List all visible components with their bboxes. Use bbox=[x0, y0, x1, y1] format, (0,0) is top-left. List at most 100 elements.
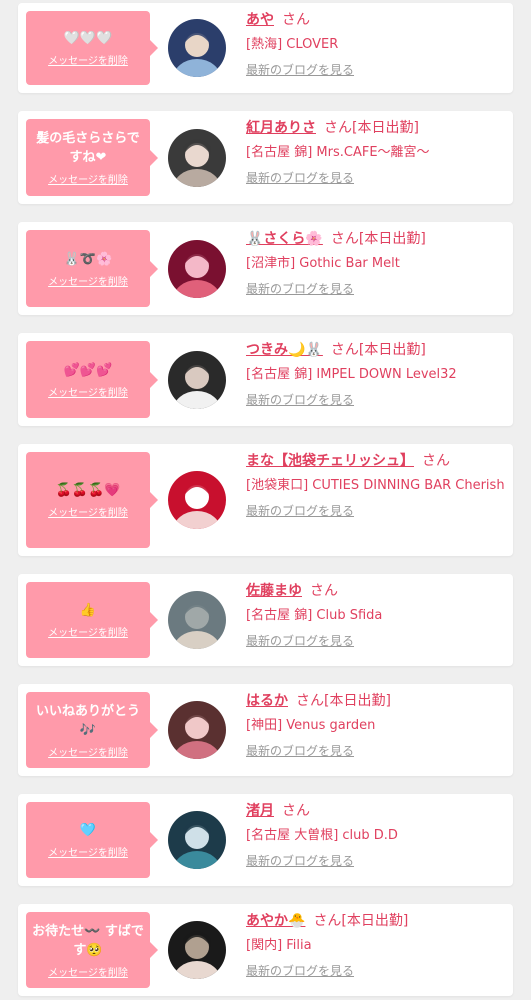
profile-info: はるか さん[本日出勤] [神田] Venus garden 最新のブログを見る bbox=[246, 690, 505, 760]
message-bubble: お待たせ〰️ すばです🥺 メッセージを削除 bbox=[26, 912, 158, 988]
latest-blog-link[interactable]: 最新のブログを見る bbox=[246, 502, 354, 520]
latest-blog-link[interactable]: 最新のブログを見る bbox=[246, 280, 354, 298]
avatar[interactable] bbox=[168, 471, 226, 529]
avatar[interactable] bbox=[168, 129, 226, 187]
avatar-photo-icon bbox=[168, 701, 226, 759]
message-bubble: 🤍🤍🤍 メッセージを削除 bbox=[26, 11, 158, 85]
honorific-status: さん[本日出勤] bbox=[296, 693, 391, 709]
avatar-photo-icon bbox=[168, 811, 226, 869]
honorific-status: さん[本日出勤] bbox=[324, 120, 419, 136]
message-bubble: 👍 メッセージを削除 bbox=[26, 582, 158, 658]
message-bubble: 🐰➰🌸 メッセージを削除 bbox=[26, 230, 158, 307]
honorific-status: さん[本日出勤] bbox=[313, 913, 409, 929]
avatar[interactable] bbox=[168, 19, 226, 77]
delete-message-link[interactable]: メッセージを削除 bbox=[48, 504, 128, 519]
delete-message-link[interactable]: メッセージを削除 bbox=[48, 52, 128, 67]
delete-message-link[interactable]: メッセージを削除 bbox=[48, 384, 128, 399]
name-line: あやか🐣 さん[本日出勤] bbox=[246, 910, 505, 932]
profile-name-link[interactable]: はるか bbox=[246, 693, 288, 709]
profile-info: あや さん [熱海] CLOVER 最新のブログを見る bbox=[246, 9, 505, 79]
message-card: 🐰➰🌸 メッセージを削除 🐰さくら🌸 さん[本日出勤] [沼津市] Gothic Bar… bbox=[18, 222, 513, 315]
shop-name: [沼津市] Gothic Bar Melt bbox=[246, 256, 400, 271]
avatar[interactable] bbox=[168, 351, 226, 409]
profile-name-link[interactable]: 佐藤まゆ bbox=[246, 583, 302, 599]
message-text: 💕💕💕 bbox=[63, 362, 113, 378]
honorific-status: さん[本日出勤] bbox=[330, 342, 426, 358]
profile-name-link[interactable]: つきみ🌙🐰 bbox=[246, 342, 323, 358]
name-line: 佐藤まゆ さん bbox=[246, 580, 505, 602]
honorific-status: さん bbox=[282, 803, 310, 819]
shop-name: [名古屋 大曽根] club D.D bbox=[246, 828, 398, 843]
avatar-photo-icon bbox=[168, 921, 226, 979]
latest-blog-link[interactable]: 最新のブログを見る bbox=[246, 391, 354, 409]
avatar-photo-icon bbox=[168, 471, 226, 529]
name-line: はるか さん[本日出勤] bbox=[246, 690, 505, 712]
name-line: まな【池袋チェリッシュ】 さん bbox=[246, 450, 505, 472]
delete-message-link[interactable]: メッセージを削除 bbox=[48, 273, 128, 288]
delete-message-link[interactable]: メッセージを削除 bbox=[48, 171, 128, 186]
message-bubble: 💕💕💕 メッセージを削除 bbox=[26, 341, 158, 418]
profile-name-link[interactable]: 紅月ありさ bbox=[246, 120, 316, 136]
profile-info: 🐰さくら🌸 さん[本日出勤] [沼津市] Gothic Bar Melt 最新のブログ… bbox=[246, 228, 505, 298]
latest-blog-link[interactable]: 最新のブログを見る bbox=[246, 742, 354, 760]
name-line: 紅月ありさ さん[本日出勤] bbox=[246, 117, 505, 139]
delete-message-link[interactable]: メッセージを削除 bbox=[48, 964, 128, 979]
profile-name-link[interactable]: あやか🐣 bbox=[246, 913, 305, 929]
message-text: お待たせ〰️ すばです🥺 bbox=[32, 923, 144, 958]
profile-name-link[interactable]: まな【池袋チェリッシュ】 bbox=[246, 453, 414, 469]
message-bubble: いいねありがとう🎶 メッセージを削除 bbox=[26, 692, 158, 768]
avatar[interactable] bbox=[168, 811, 226, 869]
message-card: 髪の毛さらさらですね❤ メッセージを削除 紅月ありさ さん[本日出勤] [名古屋 錦] … bbox=[18, 111, 513, 204]
latest-blog-link[interactable]: 最新のブログを見る bbox=[246, 169, 354, 187]
name-line: 🐰さくら🌸 さん[本日出勤] bbox=[246, 228, 505, 250]
profile-name-link[interactable]: あや bbox=[246, 12, 274, 28]
avatar[interactable] bbox=[168, 701, 226, 759]
profile-info: あやか🐣 さん[本日出勤] [関内] Filia 最新のブログを見る bbox=[246, 910, 505, 980]
avatar-photo-icon bbox=[168, 591, 226, 649]
shop-name: [池袋東口] CUTIES DINNING BAR Cherish bbox=[246, 478, 505, 493]
honorific-status: さん bbox=[282, 12, 310, 28]
profile-info: まな【池袋チェリッシュ】 さん [池袋東口] CUTIES DINNING BAR … bbox=[246, 450, 505, 520]
delete-message-link[interactable]: メッセージを削除 bbox=[48, 624, 128, 639]
profile-name-link[interactable]: 🐰さくら🌸 bbox=[246, 231, 323, 247]
profile-info: 紅月ありさ さん[本日出勤] [名古屋 錦] Mrs.CAFE～離宮～ 最新のブログを… bbox=[246, 117, 505, 187]
avatar-photo-icon bbox=[168, 19, 226, 77]
latest-blog-link[interactable]: 最新のブログを見る bbox=[246, 962, 354, 980]
name-line: つきみ🌙🐰 さん[本日出勤] bbox=[246, 339, 505, 361]
avatar-photo-icon bbox=[168, 351, 226, 409]
message-text: 👍 bbox=[79, 603, 97, 618]
message-bubble: 🩵 メッセージを削除 bbox=[26, 802, 158, 878]
latest-blog-link[interactable]: 最新のブログを見る bbox=[246, 61, 354, 79]
message-card: 🩵 メッセージを削除 渚月 さん [名古屋 大曽根] club D.D 最新のブログを見る bbox=[18, 794, 513, 886]
honorific-status: さん[本日出勤] bbox=[330, 231, 426, 247]
delete-message-link[interactable]: メッセージを削除 bbox=[48, 844, 128, 859]
avatar-photo-icon bbox=[168, 129, 226, 187]
name-line: あや さん bbox=[246, 9, 505, 31]
message-text: 🐰➰🌸 bbox=[63, 251, 113, 267]
honorific-status: さん bbox=[422, 453, 450, 469]
avatar-photo-icon bbox=[168, 240, 226, 298]
honorific-status: さん bbox=[310, 583, 338, 599]
message-text: 🩵 bbox=[79, 823, 97, 838]
message-card: 🍒🍒🍒💗 メッセージを削除 まな【池袋チェリッシュ】 さん [池袋東口] CUTIES … bbox=[18, 444, 513, 556]
message-card: いいねありがとう🎶 メッセージを削除 はるか さん[本日出勤] [神田] Venus g… bbox=[18, 684, 513, 776]
message-text: いいねありがとう🎶 bbox=[35, 703, 140, 738]
avatar[interactable] bbox=[168, 240, 226, 298]
delete-message-link[interactable]: メッセージを削除 bbox=[48, 744, 128, 759]
name-line: 渚月 さん bbox=[246, 800, 505, 822]
profile-name-link[interactable]: 渚月 bbox=[246, 803, 274, 819]
shop-name: [名古屋 錦] Club Sfida bbox=[246, 608, 383, 623]
shop-name: [名古屋 錦] IMPEL DOWN Level32 bbox=[246, 367, 457, 382]
latest-blog-link[interactable]: 最新のブログを見る bbox=[246, 632, 354, 650]
message-text: 🤍🤍🤍 bbox=[63, 31, 113, 46]
message-card: 👍 メッセージを削除 佐藤まゆ さん [名古屋 錦] Club Sfida 最新のブログを… bbox=[18, 574, 513, 666]
latest-blog-link[interactable]: 最新のブログを見る bbox=[246, 852, 354, 870]
profile-info: 佐藤まゆ さん [名古屋 錦] Club Sfida 最新のブログを見る bbox=[246, 580, 505, 650]
message-card: 🤍🤍🤍 メッセージを削除 あや さん [熱海] CLOVER 最新のブログを見る bbox=[18, 3, 513, 93]
profile-info: 渚月 さん [名古屋 大曽根] club D.D 最新のブログを見る bbox=[246, 800, 505, 870]
shop-name: [関内] Filia bbox=[246, 938, 312, 953]
avatar[interactable] bbox=[168, 921, 226, 979]
profile-info: つきみ🌙🐰 さん[本日出勤] [名古屋 錦] IMPEL DOWN Level32 最… bbox=[246, 339, 505, 409]
message-text: 髪の毛さらさらですね❤ bbox=[36, 131, 140, 165]
avatar[interactable] bbox=[168, 591, 226, 649]
